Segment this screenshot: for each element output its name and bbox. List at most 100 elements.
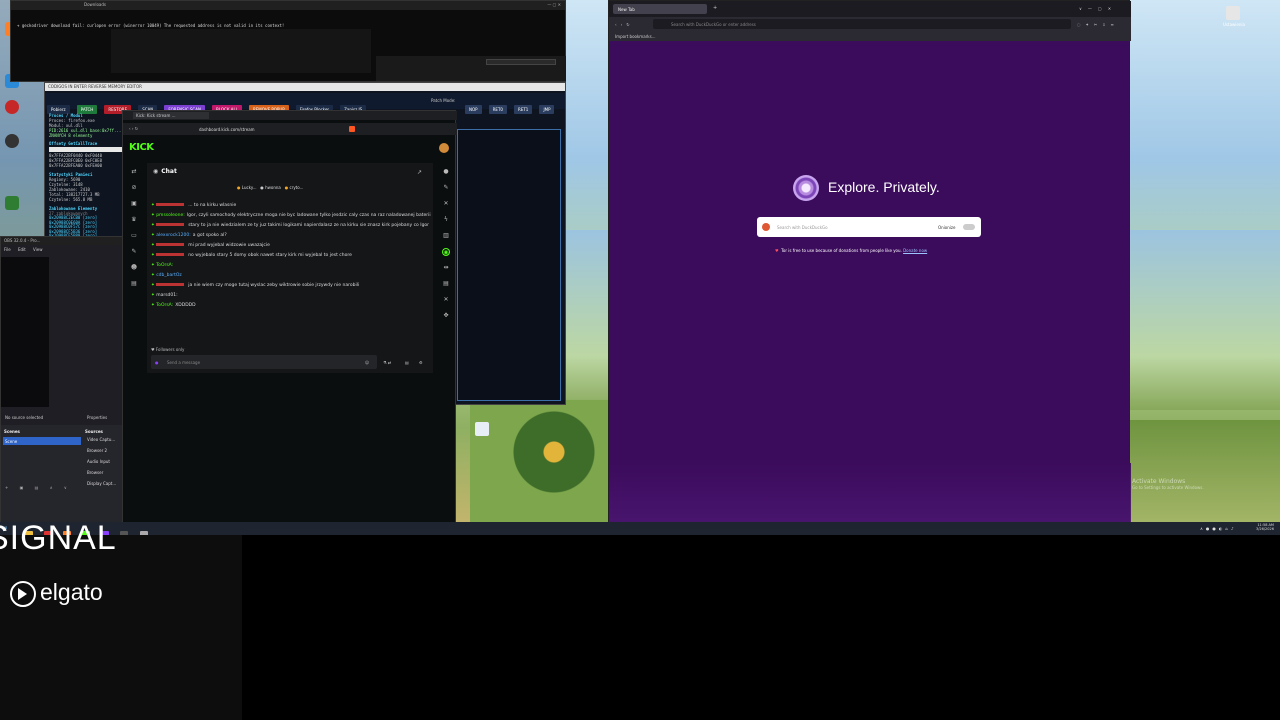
chat-username[interactable]: ToOrsA: [156, 263, 173, 268]
downloads-panel [376, 56, 566, 81]
toolbar-icons[interactable]: ◌✦✂⇩≡ [1077, 22, 1119, 27]
pinned-user[interactable]: cryto... [289, 185, 303, 190]
tray-icons[interactable]: ∧●●◐⌂♪ [1200, 526, 1237, 531]
chat-username[interactable]: pmssoleone: [156, 213, 185, 218]
pinned-user[interactable]: Lucky... [242, 185, 257, 190]
scene-item[interactable]: Scene [3, 437, 81, 445]
chat-username[interactable] [156, 283, 185, 286]
tor-search-field[interactable]: Search with DuckDuckGo Onionize [757, 217, 981, 237]
window-controls-icon[interactable]: ∨—▢✕ [1079, 6, 1117, 11]
kick-url-bar[interactable]: dashboard.kick.com/stream [195, 125, 345, 133]
properties-button[interactable]: Properties [87, 415, 107, 420]
nav-arrows-icon[interactable]: ‹ › ↻ [129, 126, 138, 131]
kick-browser-window: Kick: Kick stream ... ‹ › ↻ dashboard.ki… [122, 110, 457, 535]
split-icon[interactable]: ⇹ [442, 264, 450, 272]
link-icon[interactable]: ⊘ [130, 184, 138, 192]
brave-shield-icon[interactable] [349, 126, 355, 132]
chat-username[interactable]: marsd01: [156, 293, 177, 298]
source-item[interactable]: Browser [87, 470, 116, 475]
window-controls-icon[interactable]: — ▢ ✕ [547, 2, 561, 7]
trash-icon[interactable]: ▥ [442, 232, 450, 240]
memory-editor-title: CODIGOS IN ENTER REVERSE MEMORY EDITOR [48, 84, 142, 89]
chat-username[interactable]: cdb_bartOz [156, 273, 182, 278]
obs-title: OBS 32.0.4 - Pro... [4, 238, 41, 243]
app-icon[interactable] [5, 134, 19, 148]
chat-tools-icon[interactable]: ⚗ ⇄ [383, 360, 391, 365]
chat-username[interactable] [156, 243, 185, 246]
source-item[interactable]: Video Captu... [87, 437, 116, 442]
chat-message: ✦ ToOrsA: [147, 261, 431, 271]
tor-url-bar[interactable]: Search with DuckDuckGo or enter address [653, 19, 1071, 29]
chat-username[interactable] [156, 253, 185, 256]
kick-logo[interactable]: KICK [129, 142, 154, 153]
desktop-icon-label: Ustawienia [1223, 22, 1245, 27]
offsets-table-header [49, 147, 123, 152]
pinned-user[interactable]: hwonna [265, 185, 281, 190]
settings-icon[interactable] [1226, 6, 1240, 20]
chat-username[interactable]: alexxrock1200: [156, 233, 191, 238]
chat-text: ja nie wiem czy moge tutaj wyslac zeby w… [188, 283, 360, 288]
stats-line: Czytelne: 565.8 MB [49, 197, 93, 202]
offset-row[interactable]: 0x7FFA22BFEA00 0xFEA00 [49, 163, 123, 168]
chat-message: ✦ alexxrock1200: a got spoko al? [147, 231, 431, 241]
kick-tab[interactable]: Kick: Kick stream ... [133, 112, 209, 119]
chat-username[interactable]: ToOrsA: [156, 303, 173, 308]
video-icon[interactable]: ▭ [130, 232, 138, 240]
source-item[interactable]: Audio Input [87, 459, 116, 464]
home-icon[interactable]: ⇄ [130, 168, 138, 176]
console-error-line: + geckodriver download fail: curlopen er… [17, 23, 285, 28]
onionize-toggle[interactable] [963, 224, 975, 230]
bolt-icon[interactable]: ϟ [442, 216, 450, 224]
chat-menu-icon[interactable]: ▤ [405, 360, 409, 365]
pen-icon[interactable]: ✎ [442, 184, 450, 192]
console-title: Downloads [84, 2, 106, 7]
search-downloads-input[interactable] [486, 59, 556, 65]
pinned-user-icon: ● [237, 185, 241, 190]
field-scene [1130, 420, 1280, 530]
popout-icon[interactable]: ↗ [417, 169, 422, 176]
tools-icon[interactable]: ✎ [130, 248, 138, 256]
file-icon[interactable] [475, 422, 489, 436]
chat-username[interactable] [156, 223, 185, 226]
patch-mode-ret1[interactable]: RET1 [514, 105, 533, 114]
tor-navbar: ‹›↻ Search with DuckDuckGo or enter addr… [609, 17, 1131, 31]
import-bookmarks-link[interactable]: Import bookmarks... [615, 34, 656, 39]
mic-icon[interactable]: ● [155, 360, 159, 365]
record-icon[interactable]: ● [442, 168, 450, 176]
tor-headline: Explore. Privately. [828, 179, 940, 195]
avatar[interactable] [439, 143, 449, 153]
obs-menu: File Edit View [1, 245, 123, 254]
wallet-icon[interactable]: ▤ [130, 280, 138, 288]
obs-menu-view[interactable]: View [33, 247, 43, 252]
donate-link[interactable]: Donate now [903, 248, 927, 253]
pinned-user-icon: ● [260, 185, 264, 190]
patch-mode-nop[interactable]: NOP [465, 105, 482, 114]
app-icon[interactable] [5, 100, 19, 114]
patch-mode-jmp[interactable]: JMP [539, 105, 555, 114]
emoji-icon[interactable]: ☺ [365, 360, 369, 365]
send-message-field[interactable]: ● Send a message ☺ [151, 355, 377, 369]
kick-tabbar: Kick: Kick stream ... [123, 111, 457, 120]
app-icon[interactable] [5, 196, 19, 210]
clock[interactable]: 11:58 AM 3/26/2026 [1256, 523, 1274, 531]
tor-tab[interactable]: New Tab [613, 4, 707, 14]
nav-arrows-icon[interactable]: ‹›↻ [615, 22, 634, 27]
stream-icon[interactable]: ▣ [130, 200, 138, 208]
users-icon[interactable]: ☻ [130, 264, 138, 272]
new-tab-icon[interactable]: + [713, 5, 717, 11]
scene-controls-icon[interactable]: + ▣ ▤ ∧ ∨ [5, 485, 72, 490]
chat-icon[interactable]: ◉ [442, 248, 450, 256]
chat-username[interactable] [156, 203, 185, 206]
crossed-swords-icon[interactable]: ✕ [442, 200, 450, 208]
drag-icon[interactable]: ✥ [442, 312, 450, 320]
obs-menu-edit[interactable]: Edit [18, 247, 26, 252]
card-icon[interactable]: ▤ [442, 280, 450, 288]
source-item[interactable]: Browser 2 [87, 448, 116, 453]
trophy-icon[interactable]: ♛ [130, 216, 138, 224]
source-item[interactable]: Display Capt... [87, 481, 116, 486]
patch-mode-ret0[interactable]: RET0 [488, 105, 507, 114]
obs-menu-file[interactable]: File [4, 247, 11, 252]
wrench-icon[interactable]: ✕ [442, 296, 450, 304]
elgato-logo-icon [10, 581, 36, 607]
chat-settings-icon[interactable]: ⚙ [419, 360, 423, 365]
